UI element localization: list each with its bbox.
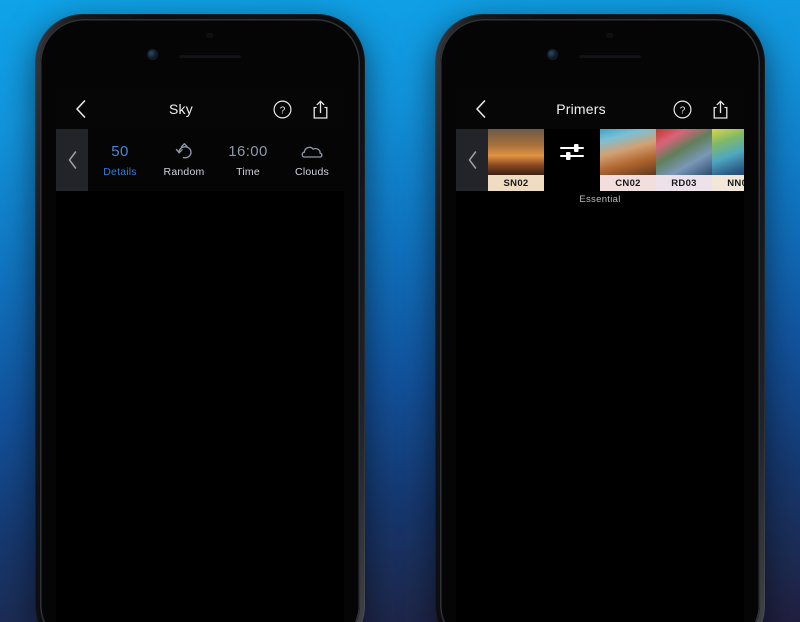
- front-camera-icon: [148, 50, 157, 59]
- filmstrip-collapse-button[interactable]: [456, 129, 488, 191]
- filter-label-sn02: SN02: [488, 175, 544, 191]
- app-header-right: Primers ?: [456, 89, 744, 129]
- sky-toolbar: 50 Details Random 16:00 Time Clouds: [56, 129, 344, 191]
- earpiece-speaker-icon: [179, 54, 241, 58]
- phone-top-bezel-left: [46, 19, 354, 89]
- filter-item-rd03[interactable]: RD03: [656, 129, 712, 191]
- filter-thumb-art: [488, 129, 544, 175]
- filter-thumb-art: [600, 129, 656, 175]
- filter-label-cn02: CN02: [600, 175, 656, 191]
- tool-clouds-label: Clouds: [295, 165, 329, 178]
- filter-item-adjust[interactable]: [544, 129, 600, 191]
- filter-category-label: Essential: [456, 191, 744, 207]
- tool-random-label: Random: [163, 165, 205, 178]
- filter-thumb-art: [712, 129, 744, 175]
- sliders-icon: [544, 129, 600, 175]
- svg-text:?: ?: [679, 105, 685, 116]
- front-camera-icon: [548, 50, 557, 59]
- filter-item-sn02[interactable]: SN02: [488, 129, 544, 191]
- tool-random[interactable]: Random: [152, 129, 216, 191]
- phone-bezel-left: Sky ? 50 Details Random 16:00 Time Cloud…: [40, 19, 360, 622]
- filter-thumbnails: SN02 CN02 RD03 NN: [488, 129, 744, 191]
- cloud-icon: [301, 143, 324, 161]
- primers-filmstrip: SN02 CN02 RD03 NN: [456, 129, 744, 191]
- toolbar-collapse-button-left[interactable]: [56, 129, 88, 191]
- filter-label-nn03: NN03: [712, 175, 744, 191]
- phone-screen-right: Primers ? SN02 CN02 RD03 NN Essential: [456, 89, 744, 622]
- tool-details-label: Details: [103, 165, 137, 178]
- filter-item-cn02[interactable]: CN02: [600, 129, 656, 191]
- earpiece-speaker-icon: [579, 54, 641, 58]
- svg-text:?: ?: [279, 105, 285, 116]
- refresh-icon: [175, 143, 194, 161]
- toolbar-items: 50 Details Random 16:00 Time Clouds: [88, 129, 344, 191]
- phone-device-right: Primers ? SN02 CN02 RD03 NN Essential: [435, 14, 765, 622]
- filter-label-rd03: RD03: [656, 175, 712, 191]
- tool-details[interactable]: 50 Details: [88, 129, 152, 191]
- tool-details-value: 50: [111, 143, 129, 160]
- page-title-left: Sky: [169, 101, 193, 117]
- proximity-sensor-icon: [206, 33, 213, 38]
- phone-top-bezel-right: [446, 19, 754, 89]
- share-icon[interactable]: [709, 98, 731, 120]
- app-header-left: Sky ?: [56, 89, 344, 129]
- filter-label-adjust: [544, 175, 600, 191]
- tool-time-label: Time: [236, 165, 260, 178]
- phone-screen-left: Sky ? 50 Details Random 16:00 Time Cloud…: [56, 89, 344, 622]
- back-button-left[interactable]: [69, 98, 91, 120]
- help-circle-icon[interactable]: ?: [271, 98, 293, 120]
- page-title-right: Primers: [556, 101, 606, 117]
- share-icon[interactable]: [309, 98, 331, 120]
- back-button-right[interactable]: [469, 98, 491, 120]
- phone-device-left: Sky ? 50 Details Random 16:00 Time Cloud…: [35, 14, 365, 622]
- proximity-sensor-icon: [606, 33, 613, 38]
- filter-thumb-art: [656, 129, 712, 175]
- tool-clouds[interactable]: Clouds: [280, 129, 344, 191]
- filter-item-nn03[interactable]: NN03: [712, 129, 744, 191]
- tool-time-value: 16:00: [228, 143, 268, 160]
- tool-time[interactable]: 16:00 Time: [216, 129, 280, 191]
- help-circle-icon[interactable]: ?: [671, 98, 693, 120]
- phone-bezel-right: Primers ? SN02 CN02 RD03 NN Essential: [440, 19, 760, 622]
